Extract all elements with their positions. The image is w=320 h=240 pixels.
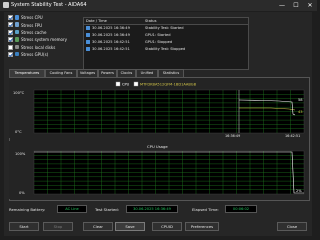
stress-memory-option[interactable]: Stress system memory: [8, 36, 78, 43]
log-status: Stability Test: Stopped: [145, 46, 186, 51]
usage-y-bottom-label: 0%: [19, 191, 25, 195]
memory-icon: [14, 37, 19, 42]
stress-disks-label: Stress local disks: [21, 44, 56, 50]
cpu-usage-value: 2%: [296, 189, 302, 193]
stress-cache-checkbox[interactable]: [8, 29, 13, 35]
disk-legend-label: MTFDKBA512QFM-1BD1AABGB: [140, 83, 197, 87]
tab-voltages[interactable]: Voltages: [77, 69, 98, 77]
window-title: System Stability Test - AIDA64: [11, 2, 87, 8]
stress-memory-checkbox[interactable]: [8, 37, 13, 43]
close-button[interactable]: Close: [277, 222, 307, 231]
tab-powers[interactable]: Powers: [98, 69, 117, 77]
tab-temperatures[interactable]: Temperatures: [9, 69, 45, 77]
log-row[interactable]: 30.06.2025 16:36:49 GPU1: Started: [84, 32, 248, 38]
minimize-button[interactable]: —: [275, 0, 289, 11]
tab-unified[interactable]: Unified: [136, 69, 158, 77]
tab-statistics[interactable]: Statistics: [158, 69, 184, 77]
stress-gpu-option[interactable]: Stress GPU(s): [8, 51, 78, 58]
log-status: GPU1: Stopped: [145, 39, 173, 44]
close-window-button[interactable]: ✕: [303, 0, 317, 11]
temperature-x-start-label: 16:36:49: [225, 134, 240, 138]
cpu-icon: [14, 15, 19, 20]
cpu-temperature-value: 58: [298, 98, 303, 102]
cpu-usage-chart: CPU Usage 100% 0% 2%: [9, 141, 308, 199]
tab-bar: Temperatures Cooling Fans Voltages Power…: [9, 69, 309, 77]
fpu-icon: [14, 22, 19, 27]
remaining-battery-value: AC Line: [57, 205, 87, 213]
disk-legend-checkbox[interactable]: [133, 81, 139, 87]
stress-cpu-label: Stress CPU: [21, 15, 43, 21]
stress-disks-checkbox[interactable]: [8, 44, 13, 50]
test-started-label: Test Started:: [95, 207, 119, 212]
log-header: Date / Time Status: [84, 18, 248, 25]
temperature-y-bottom-label: 0°C: [15, 130, 22, 134]
stress-disks-option[interactable]: Stress local disks: [8, 44, 78, 51]
stress-fpu-option[interactable]: Stress FPU: [8, 21, 78, 28]
cpu-usage-grid: [34, 151, 304, 194]
log-row[interactable]: 30.06.2025 16:42:51 GPU1: Stopped: [84, 39, 248, 45]
gpu-icon: [14, 51, 19, 57]
disk-temperature-value: 43: [298, 110, 303, 114]
elapsed-time-label: Elapsed Time:: [192, 207, 219, 212]
stop-button[interactable]: Stop: [43, 222, 73, 231]
test-started-value: 30.06.2025 16:36:49: [126, 205, 178, 213]
log-datetime: 30.06.2025 16:36:49: [92, 25, 130, 30]
cpu-legend-checkbox[interactable]: [115, 81, 121, 87]
temperature-x-end-label: 16:42:51: [285, 134, 300, 138]
event-log-table: Date / Time Status 30.06.2025 16:36:49 S…: [83, 17, 249, 70]
stress-options-list: Stress CPU Stress FPU Stress cache Stres…: [8, 14, 78, 58]
log-datetime: 30.06.2025 16:36:49: [92, 32, 130, 37]
log-datetime: 30.06.2025 16:42:51: [92, 46, 130, 51]
info-icon: [86, 47, 90, 51]
stress-memory-label: Stress system memory: [21, 37, 68, 43]
tab-clocks[interactable]: Clocks: [117, 69, 136, 77]
stress-cpu-checkbox[interactable]: [8, 15, 13, 20]
stress-fpu-checkbox[interactable]: [8, 22, 13, 28]
temperature-grid: [34, 90, 304, 133]
log-row[interactable]: 30.06.2025 16:36:49 Stability Test: Star…: [84, 25, 248, 31]
disk-icon: [14, 44, 19, 50]
save-button[interactable]: Save: [115, 222, 145, 231]
log-status: GPU1: Started: [145, 32, 171, 37]
info-icon: [86, 40, 90, 44]
cache-icon: [14, 29, 19, 35]
info-icon: [86, 33, 90, 37]
maximize-button[interactable]: ☐: [289, 0, 303, 11]
elapsed-time-value: 00:06:02: [225, 205, 257, 213]
aida64-app-icon: [3, 2, 9, 8]
clear-button[interactable]: Clear: [83, 222, 113, 231]
cpu-legend-label: CPU: [122, 83, 130, 87]
stress-cache-option[interactable]: Stress cache: [8, 29, 78, 36]
log-row[interactable]: 30.06.2025 16:42:51 Stability Test: Stop…: [84, 46, 248, 52]
stress-fpu-label: Stress FPU: [21, 22, 43, 28]
preferences-button[interactable]: Preferences: [185, 222, 219, 231]
title-bar: System Stability Test - AIDA64 — ☐ ✕: [0, 0, 317, 11]
log-datetime: 30.06.2025 16:42:51: [92, 39, 130, 44]
start-button[interactable]: Start: [9, 222, 39, 231]
datetime-column-header[interactable]: Date / Time: [86, 19, 107, 23]
stress-cache-label: Stress cache: [21, 29, 47, 35]
stress-gpu-label: Stress GPU(s): [21, 52, 49, 58]
temperature-y-top-label: 100°C: [13, 91, 25, 95]
tab-cooling-fans[interactable]: Cooling Fans: [45, 69, 77, 77]
usage-y-top-label: 100%: [15, 152, 26, 156]
status-column-header[interactable]: Status: [145, 19, 156, 23]
info-icon: [86, 26, 90, 30]
stress-cpu-option[interactable]: Stress CPU: [8, 14, 78, 21]
cpuid-button[interactable]: CPUID: [152, 222, 182, 231]
stress-gpu-checkbox[interactable]: [8, 51, 13, 57]
temperature-chart: CPU MTFDKBA512QFM-1BD1AABGB 100°C 0°C 16…: [9, 78, 308, 138]
log-status: Stability Test: Started: [145, 25, 184, 30]
cpu-usage-title: CPU Usage: [147, 144, 168, 149]
remaining-battery-label: Remaining Battery:: [9, 207, 46, 212]
